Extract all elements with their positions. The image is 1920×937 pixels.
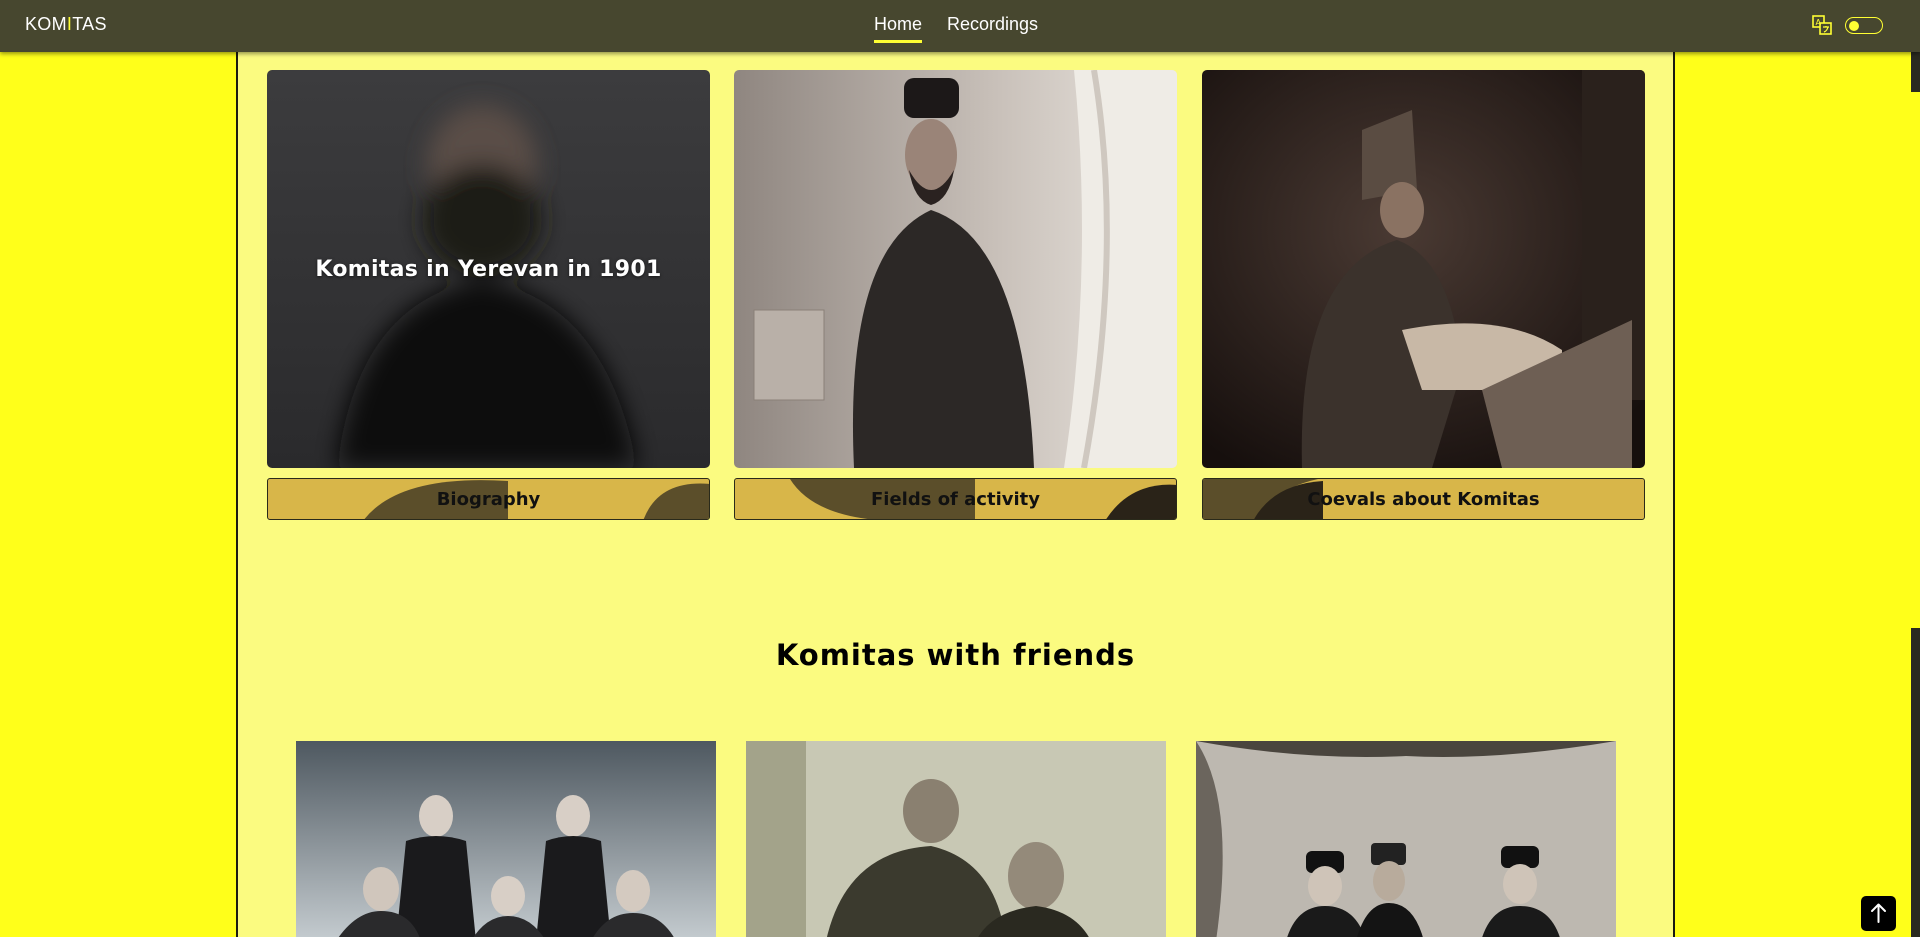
coevals-button[interactable]: Coevals about Komitas	[1202, 478, 1645, 520]
top-nav-bar: KOMITAS Home Recordings A	[0, 0, 1920, 52]
friends-section-title: Komitas with friends	[775, 638, 1136, 672]
coevals-button-label: Coevals about Komitas	[1307, 488, 1540, 510]
card-overlay-caption: Komitas in Yerevan in 1901	[315, 256, 662, 282]
portrait-writing-image	[1202, 70, 1645, 468]
friends-photo-3[interactable]	[1196, 741, 1616, 937]
biography-button-label: Biography	[436, 488, 541, 510]
biography-button[interactable]: Biography	[267, 478, 710, 520]
card-biography: Komitas in Yerevan in 1901 Biography	[267, 70, 710, 520]
duo-photo-image	[746, 741, 1166, 937]
group-photo-image	[296, 741, 716, 937]
friends-photo-2[interactable]	[746, 741, 1166, 937]
translate-icon[interactable]: A	[1812, 15, 1832, 35]
card-image-komitas-writing[interactable]	[1202, 70, 1645, 468]
scrollbar-thumb-lower[interactable]	[1911, 628, 1920, 937]
main-content: Komitas in Yerevan in 1901 Biography Fie…	[236, 52, 1675, 937]
svg-text:A: A	[1816, 18, 1822, 27]
main-nav: Home Recordings	[874, 14, 1038, 43]
toggle-knob	[1849, 20, 1859, 31]
fields-of-activity-button-label: Fields of activity	[870, 488, 1040, 510]
card-coevals: Coevals about Komitas	[1202, 70, 1645, 520]
scroll-to-top-button[interactable]	[1861, 896, 1896, 931]
card-image-komitas-standing[interactable]	[734, 70, 1177, 468]
arrow-up-icon	[1871, 903, 1886, 923]
nav-recordings[interactable]: Recordings	[947, 14, 1038, 43]
fields-of-activity-button[interactable]: Fields of activity	[734, 478, 1177, 520]
theme-toggle[interactable]	[1845, 17, 1883, 34]
logo-text-part: KOM	[25, 14, 67, 34]
portrait-standing-image	[734, 70, 1177, 468]
friends-photo-1[interactable]	[296, 741, 716, 937]
trio-photo-image	[1196, 741, 1616, 937]
nav-home[interactable]: Home	[874, 14, 923, 43]
site-logo[interactable]: KOMITAS	[25, 14, 107, 35]
card-fields-of-activity: Fields of activity	[734, 70, 1177, 520]
card-image-komitas-yerevan[interactable]: Komitas in Yerevan in 1901	[267, 70, 710, 468]
logo-text-rest: TAS	[72, 14, 107, 34]
